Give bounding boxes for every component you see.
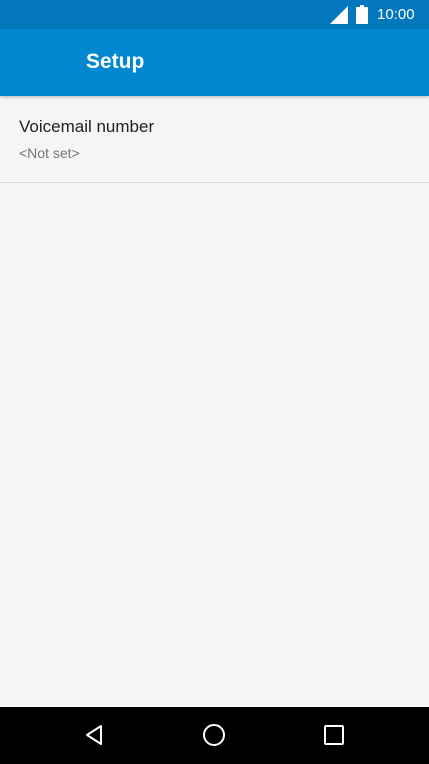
back-icon[interactable] [81, 721, 109, 749]
settings-list: Voicemail number <Not set> [0, 96, 429, 183]
status-time: 10:00 [377, 6, 415, 23]
battery-icon [356, 5, 368, 24]
navigation-bar [0, 707, 429, 764]
status-bar: 10:00 [0, 0, 429, 29]
signal-icon [330, 6, 348, 24]
voicemail-number-setting[interactable]: Voicemail number <Not set> [0, 96, 429, 183]
app-bar: Setup [0, 29, 429, 96]
setting-summary: <Not set> [19, 145, 80, 161]
setting-title: Voicemail number [19, 117, 155, 136]
recents-icon[interactable] [320, 721, 348, 749]
home-icon[interactable] [200, 721, 228, 749]
page-title: Setup [86, 50, 145, 73]
